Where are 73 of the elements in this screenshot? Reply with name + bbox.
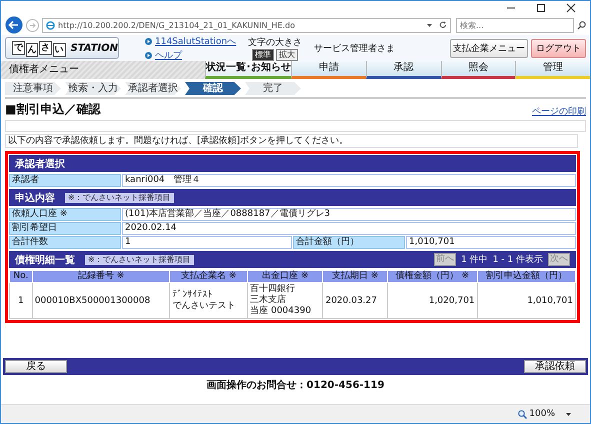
font-size-button[interactable]: 拡大 — [276, 48, 298, 60]
field-label: 割引希望日 — [9, 222, 121, 235]
column-header: 債権金額（円） ※ — [388, 270, 478, 282]
step-indicator: 承認者選択 — [125, 82, 181, 95]
field-value: 1,010,701 — [406, 236, 576, 249]
cell-text: ﾃﾞﾝｻｲﾃｽﾄ — [172, 290, 214, 300]
cell-text: 百十四銀行 — [250, 284, 296, 294]
table-cell: 1,010,701 — [477, 282, 576, 318]
contact-text: 画面操作のお問合せ：0120-456-119 — [206, 378, 386, 392]
submit-button[interactable]: 承認依頼 — [524, 360, 586, 373]
header-link[interactable]: ヘルプ — [155, 48, 182, 62]
section-title: 債権明細一覧 — [15, 254, 75, 266]
cell-text: 三木支店 — [250, 295, 288, 306]
column-header: 支払期日 ※ — [322, 270, 388, 282]
field-value: kanri004 管理４ — [122, 174, 576, 187]
close-icon[interactable] — [566, 3, 576, 13]
note-label: ※：でんさいネット採番項目 — [85, 254, 194, 264]
maximize-icon[interactable] — [536, 3, 546, 13]
table-cell: 000010BX500001300008 — [32, 282, 170, 318]
refresh-icon[interactable] — [439, 21, 447, 29]
instruction-text: 以下の内容で承認依頼します。問題なければ、[承認依頼]ボタンを押してください。 — [5, 134, 578, 148]
step-indicator: 完了 — [245, 82, 301, 95]
table-cell: 2020.03.27 — [322, 282, 388, 318]
menu-tab[interactable]: 照会 — [440, 61, 516, 79]
address-field[interactable]: http://10.200.200.2/DEN/G_213104_21_01_KAKUNIN_HE.do — [42, 18, 451, 32]
column-header: No. — [10, 270, 32, 282]
cell-text: 当座 0004390 — [250, 306, 312, 317]
zoom-control[interactable]: 100% — [518, 409, 555, 419]
result-count: 1 件中 — [461, 254, 488, 266]
page-title: ■割引申込／確認 — [5, 101, 100, 118]
field-label: 依頼人口座 ※ — [9, 208, 121, 221]
section-title: 承認者選択 — [15, 158, 65, 170]
step-indicator: 検索・入力 — [65, 82, 121, 95]
result-range: 1 - 1 件表示 — [492, 254, 543, 266]
arrow-bullet-icon — [145, 52, 152, 58]
menu-tab[interactable]: 承認 — [366, 61, 440, 79]
column-header: 記録番号 ※ — [32, 270, 170, 282]
step-indicator: 確認 — [185, 82, 241, 95]
menu-tab[interactable]: 管理 — [515, 61, 590, 79]
menu-tab[interactable]: 申請 — [291, 61, 366, 79]
field-label: 合計金額（円） — [293, 236, 405, 249]
note-label: ※：でんさいネット採番項目 — [65, 192, 174, 202]
logout-button[interactable]: ログアウト — [531, 38, 586, 58]
header-link[interactable]: 114SalutStationへ — [155, 34, 236, 48]
field-value: (101)本店営業部／当座／0888187／電債リグレ3 — [122, 208, 576, 221]
logo[interactable]: で ん さ い STATION — [5, 37, 119, 59]
user-name: サービス管理者さま — [314, 42, 396, 54]
menu-tab[interactable]: 状況一覧･お知らせ — [205, 61, 291, 79]
back-button[interactable]: 戻る — [5, 360, 67, 373]
field-value: 1 — [122, 236, 292, 249]
step-indicator: 注意事項 — [5, 82, 61, 95]
back-icon[interactable] — [5, 16, 23, 34]
menu-title: 債権者メニュー — [8, 62, 80, 77]
menu-button[interactable]: 支払企業メニュー — [450, 38, 528, 58]
field-label: 承認者 — [9, 174, 121, 187]
table-cell: 1 — [10, 282, 32, 318]
dropdown-icon[interactable] — [426, 22, 433, 28]
magnifier-icon — [518, 410, 528, 418]
font-size-label: 文字の大きさ — [248, 36, 302, 48]
section-title: 申込内容 — [15, 191, 55, 204]
dropdown-icon[interactable] — [565, 410, 572, 418]
table-cell: 1,020,701 — [388, 282, 478, 318]
cell-text: でんさいテスト — [172, 300, 236, 312]
field-value: 2020.02.14 — [122, 222, 576, 235]
search-icon[interactable] — [577, 20, 586, 30]
field-label: 合計件数 — [9, 236, 121, 249]
search-field[interactable]: 検索... — [456, 18, 574, 32]
font-size-button[interactable]: 標準 — [252, 48, 274, 60]
arrow-bullet-icon — [145, 38, 152, 44]
print-link[interactable]: ページの印刷 — [532, 105, 586, 118]
column-header: 出金口座 ※ — [248, 270, 323, 282]
column-header: 割引申込金額（円） — [477, 270, 576, 282]
column-header: 支払企業名 ※ — [170, 270, 248, 282]
